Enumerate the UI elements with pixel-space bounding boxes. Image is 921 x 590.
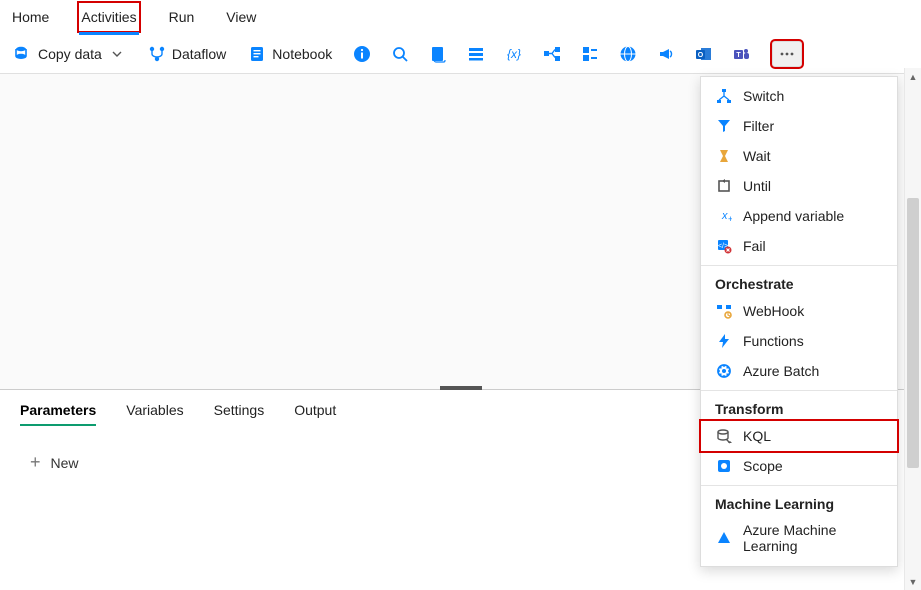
svg-text:+: + (728, 214, 732, 224)
dropdown-switch-label: Switch (743, 88, 784, 104)
dropdown-orchestrate-header: Orchestrate (701, 265, 897, 296)
copy-data-icon (14, 45, 32, 63)
svg-text:{x}: {x} (507, 47, 521, 61)
svg-text:O: O (698, 52, 704, 59)
fail-icon: </> (715, 237, 733, 255)
task-icon[interactable] (578, 42, 602, 66)
dropdown-until-label: Until (743, 178, 771, 194)
pipeline-icon[interactable] (540, 42, 564, 66)
notebook-label: Notebook (272, 46, 332, 62)
dropdown-azure-ml[interactable]: Azure Machine Learning (701, 516, 897, 560)
tab-run[interactable]: Run (167, 3, 197, 31)
copy-data-label: Copy data (38, 46, 102, 62)
outlook-icon[interactable]: O (692, 42, 716, 66)
dropdown-append-variable[interactable]: x+ Append variable (701, 201, 897, 231)
dropdown-functions-label: Functions (743, 333, 804, 349)
plus-icon: + (30, 452, 41, 473)
tab-variables[interactable]: Variables (126, 402, 183, 426)
kql-icon (715, 427, 733, 445)
new-label: New (51, 455, 79, 471)
functions-icon (715, 332, 733, 350)
scroll-thumb[interactable] (907, 198, 919, 468)
dropdown-fail[interactable]: </> Fail (701, 231, 897, 261)
tab-view[interactable]: View (224, 3, 258, 31)
list-icon[interactable] (464, 42, 488, 66)
dropdown-functions[interactable]: Functions (701, 326, 897, 356)
dropdown-webhook-label: WebHook (743, 303, 804, 319)
scroll-down-arrow[interactable]: ▼ (905, 573, 921, 590)
dropdown-kql-label: KQL (743, 428, 771, 444)
script-icon[interactable] (426, 42, 450, 66)
tab-parameters[interactable]: Parameters (20, 402, 96, 426)
azure-batch-icon (715, 362, 733, 380)
dropdown-switch[interactable]: Switch (701, 81, 897, 111)
dropdown-azurebatch-label: Azure Batch (743, 363, 819, 379)
dropdown-scope[interactable]: Scope (701, 451, 897, 481)
azure-ml-icon (715, 529, 733, 547)
main-tabbar: Home Activities Run View (0, 0, 921, 34)
announce-icon[interactable] (654, 42, 678, 66)
activities-dropdown: Switch Filter Wait Until x+ Append varia… (700, 76, 898, 567)
dropdown-azure-batch[interactable]: Azure Batch (701, 356, 897, 386)
chevron-down-icon (108, 45, 126, 63)
dropdown-wait-label: Wait (743, 148, 770, 164)
activities-toolbar: Copy data Dataflow Notebook {x} O T (0, 34, 921, 74)
scope-icon (715, 457, 733, 475)
dropdown-until[interactable]: Until (701, 171, 897, 201)
notebook-button[interactable]: Notebook (244, 41, 336, 67)
dropdown-transform-header: Transform (701, 390, 897, 421)
dropdown-fail-label: Fail (743, 238, 766, 254)
variable-icon[interactable]: {x} (502, 42, 526, 66)
dropdown-filter-label: Filter (743, 118, 774, 134)
tab-output[interactable]: Output (294, 402, 336, 426)
filter-icon (715, 117, 733, 135)
dropdown-webhook[interactable]: WebHook (701, 296, 897, 326)
dataflow-button[interactable]: Dataflow (144, 41, 230, 67)
dataflow-icon (148, 45, 166, 63)
dropdown-scope-label: Scope (743, 458, 783, 474)
switch-icon (715, 87, 733, 105)
notebook-icon (248, 45, 266, 63)
append-variable-icon: x+ (715, 207, 733, 225)
dropdown-ml-header: Machine Learning (701, 485, 897, 516)
info-icon[interactable] (350, 42, 374, 66)
until-icon (715, 177, 733, 195)
scroll-up-arrow[interactable]: ▲ (905, 68, 921, 85)
dropdown-aml-label: Azure Machine Learning (743, 522, 883, 554)
wait-icon (715, 147, 733, 165)
web-icon[interactable] (616, 42, 640, 66)
dropdown-append-label: Append variable (743, 208, 844, 224)
copy-data-button[interactable]: Copy data (10, 41, 130, 67)
more-button[interactable] (772, 41, 802, 67)
tab-settings[interactable]: Settings (214, 402, 265, 426)
webhook-icon (715, 302, 733, 320)
dataflow-label: Dataflow (172, 46, 226, 62)
svg-text:x: x (721, 210, 728, 222)
dropdown-kql[interactable]: KQL (701, 421, 897, 451)
tab-activities[interactable]: Activities (79, 3, 138, 31)
dropdown-filter[interactable]: Filter (701, 111, 897, 141)
teams-icon[interactable]: T (730, 42, 754, 66)
svg-text:T: T (737, 52, 742, 59)
vertical-scrollbar[interactable]: ▲ ▼ (904, 68, 921, 590)
search-icon[interactable] (388, 42, 412, 66)
dropdown-wait[interactable]: Wait (701, 141, 897, 171)
tab-home[interactable]: Home (10, 3, 51, 31)
